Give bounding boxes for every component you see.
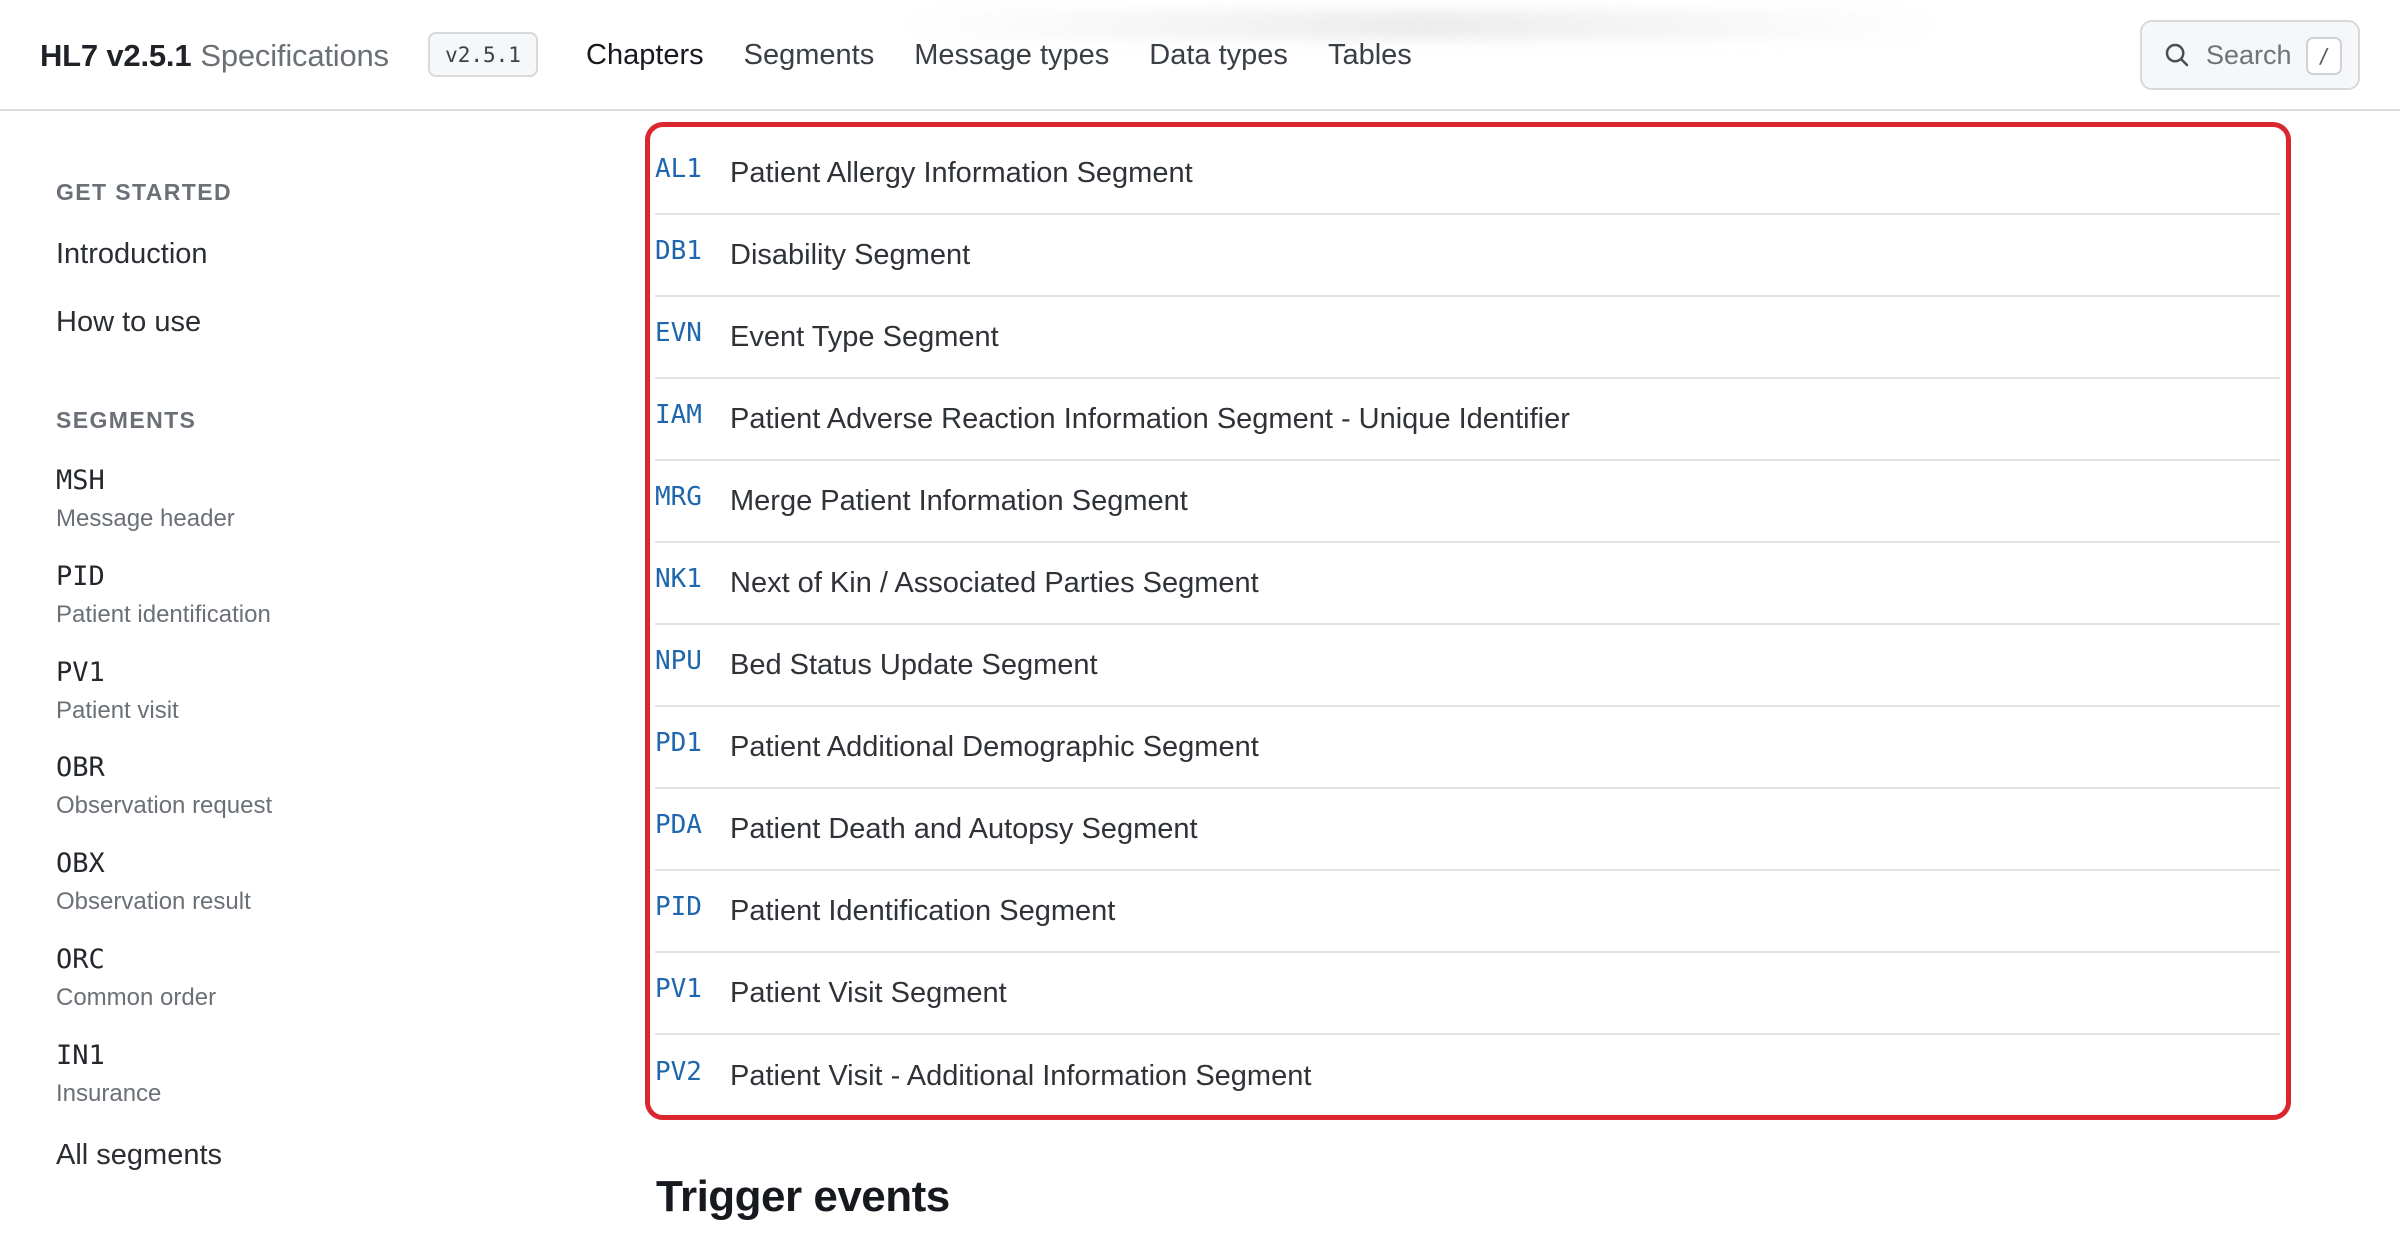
nav-chapters[interactable]: Chapters: [586, 39, 704, 72]
nav-data-types[interactable]: Data types: [1149, 39, 1288, 72]
nav-segments[interactable]: Segments: [744, 39, 875, 72]
segment-name: Patient Visit Segment: [730, 976, 1007, 1009]
segment-row-db1[interactable]: DB1 Disability Segment: [655, 215, 2280, 297]
site-brand[interactable]: HL7 v2.5.1 Specifications: [40, 0, 389, 111]
sidebar-item-pid[interactable]: PID Patient identification: [56, 560, 271, 630]
segment-code: ORC: [56, 944, 105, 975]
segment-code: PV1: [56, 657, 105, 688]
top-header: HL7 v2.5.1 Specifications v2.5.1 Chapter…: [0, 0, 2400, 111]
segment-code: OBX: [56, 848, 105, 879]
segment-row-evn[interactable]: EVN Event Type Segment: [655, 297, 2280, 379]
segment-row-pda[interactable]: PDA Patient Death and Autopsy Segment: [655, 789, 2280, 871]
segment-name: Patient Adverse Reaction Information Seg…: [730, 402, 1570, 435]
segment-name: Patient Allergy Information Segment: [730, 156, 1193, 189]
segment-code-link[interactable]: MRG: [655, 482, 730, 512]
segment-description: Common order: [56, 984, 217, 1011]
segment-code-link[interactable]: NPU: [655, 646, 730, 676]
trigger-events-heading: Trigger events: [656, 1172, 950, 1221]
nav-message-types[interactable]: Message types: [914, 39, 1109, 72]
segment-code: OBR: [56, 752, 105, 783]
nav-tables[interactable]: Tables: [1328, 39, 1412, 72]
segment-description: Message header: [56, 505, 235, 532]
segment-description: Patient identification: [56, 601, 271, 628]
sidebar-item-pv1[interactable]: PV1 Patient visit: [56, 656, 179, 726]
search-icon: [2165, 43, 2189, 67]
segment-code-link[interactable]: IAM: [655, 400, 730, 430]
segment-code: PID: [56, 561, 105, 592]
sidebar-item-msh[interactable]: MSH Message header: [56, 464, 235, 534]
segment-list: AL1 Patient Allergy Information Segment …: [655, 133, 2280, 1117]
segment-code-link[interactable]: PDA: [655, 810, 730, 840]
sidebar-item-obr[interactable]: OBR Observation request: [56, 751, 272, 821]
segment-name: Next of Kin / Associated Parties Segment: [730, 566, 1259, 599]
brand-subtitle: Specifications: [200, 37, 389, 73]
search-shortcut-key: /: [2306, 37, 2342, 75]
search-button[interactable]: Search /: [2140, 20, 2360, 90]
segment-description: Patient visit: [56, 697, 179, 724]
sidebar-item-orc[interactable]: ORC Common order: [56, 943, 216, 1013]
segment-name: Patient Identification Segment: [730, 894, 1116, 927]
segment-code-link[interactable]: DB1: [655, 236, 730, 266]
segment-code-link[interactable]: PID: [655, 892, 730, 922]
segment-row-pd1[interactable]: PD1 Patient Additional Demographic Segme…: [655, 707, 2280, 789]
segment-row-pv2[interactable]: PV2 Patient Visit - Additional Informati…: [655, 1035, 2280, 1117]
version-badge[interactable]: v2.5.1: [428, 32, 538, 77]
get-started-heading: GET STARTED: [56, 179, 232, 205]
segment-row-npu[interactable]: NPU Bed Status Update Segment: [655, 625, 2280, 707]
segment-row-pid[interactable]: PID Patient Identification Segment: [655, 871, 2280, 953]
segment-code: IN1: [56, 1040, 105, 1071]
segment-description: Observation result: [56, 888, 251, 915]
sidebar-item-in1[interactable]: IN1 Insurance: [56, 1039, 161, 1109]
segments-heading: SEGMENTS: [56, 407, 197, 433]
segment-row-iam[interactable]: IAM Patient Adverse Reaction Information…: [655, 379, 2280, 461]
segment-code: MSH: [56, 465, 105, 496]
sidebar-link-how-to-use[interactable]: How to use: [56, 306, 201, 339]
segment-code-link[interactable]: NK1: [655, 564, 730, 594]
segment-code-link[interactable]: PD1: [655, 728, 730, 758]
segment-description: Insurance: [56, 1080, 162, 1107]
segment-row-pv1[interactable]: PV1 Patient Visit Segment: [655, 953, 2280, 1035]
segment-code-link[interactable]: AL1: [655, 154, 730, 184]
segment-name: Event Type Segment: [730, 320, 999, 353]
top-nav: Chapters Segments Message types Data typ…: [586, 0, 1452, 111]
segment-name: Bed Status Update Segment: [730, 648, 1098, 681]
segment-row-mrg[interactable]: MRG Merge Patient Information Segment: [655, 461, 2280, 543]
segment-name: Patient Additional Demographic Segment: [730, 730, 1259, 763]
segment-code-link[interactable]: EVN: [655, 318, 730, 348]
brand-title: HL7 v2.5.1: [40, 37, 192, 73]
search-placeholder: Search: [2206, 39, 2292, 70]
sidebar-item-obx[interactable]: OBX Observation result: [56, 847, 251, 917]
segment-name: Patient Visit - Additional Information S…: [730, 1059, 1312, 1092]
segment-code-link[interactable]: PV2: [655, 1057, 730, 1087]
segment-name: Merge Patient Information Segment: [730, 484, 1188, 517]
segment-name: Disability Segment: [730, 238, 971, 271]
segment-description: Observation request: [56, 792, 273, 819]
sidebar-link-introduction[interactable]: Introduction: [56, 238, 208, 271]
segment-row-al1[interactable]: AL1 Patient Allergy Information Segment: [655, 133, 2280, 215]
segment-name: Patient Death and Autopsy Segment: [730, 812, 1198, 845]
segment-row-nk1[interactable]: NK1 Next of Kin / Associated Parties Seg…: [655, 543, 2280, 625]
segment-code-link[interactable]: PV1: [655, 974, 730, 1004]
sidebar-link-all-segments[interactable]: All segments: [56, 1139, 222, 1172]
